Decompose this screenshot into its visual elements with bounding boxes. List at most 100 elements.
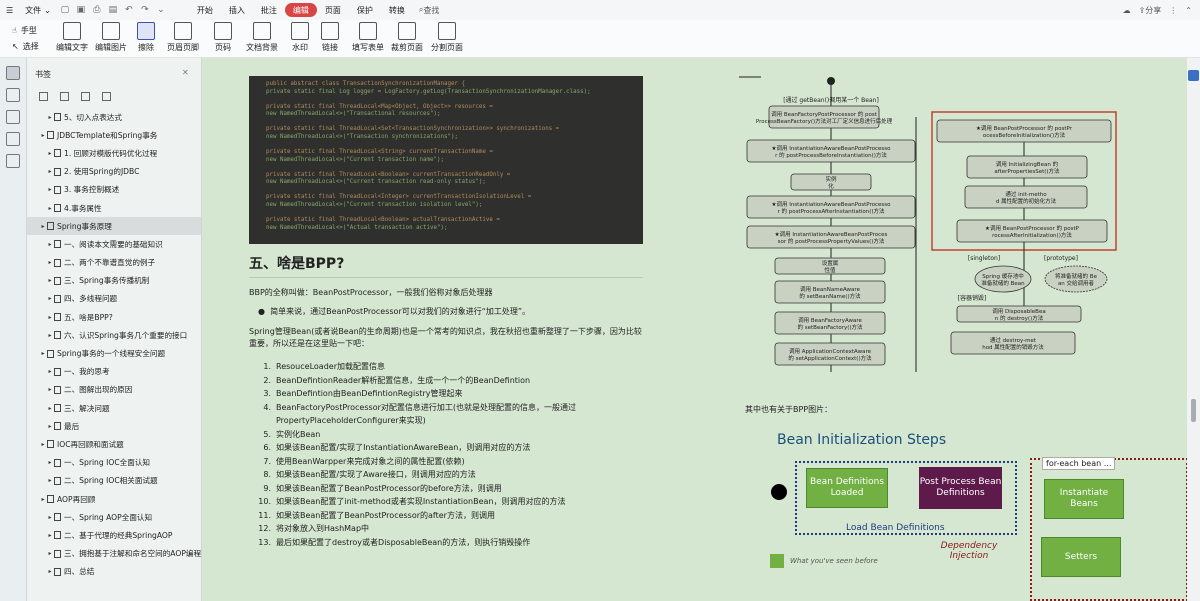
redo-icon[interactable]: ↷ <box>139 4 151 16</box>
search-button[interactable]: ⌕ 查找 <box>419 5 439 16</box>
document-background-button[interactable]: 文档背景 <box>246 22 278 53</box>
attachment-icon[interactable] <box>6 132 20 146</box>
tab-start[interactable]: 开始 <box>189 3 221 17</box>
page-icon <box>54 567 61 576</box>
chevron-up-icon[interactable]: ⌃ <box>1185 6 1192 15</box>
file-menu[interactable]: 文件 ⌄ <box>19 0 57 20</box>
bookmark-item[interactable]: ▸ 最后 <box>27 417 201 435</box>
page-number-button[interactable]: 页码 <box>214 22 232 53</box>
expand-icon[interactable]: ▸ <box>46 532 54 539</box>
add-bookmark-icon[interactable] <box>81 92 90 101</box>
bookmark-item[interactable]: ▸ 三、解决问题 <box>27 399 201 417</box>
bookmark-item[interactable]: ▸ AOP再回顾 <box>27 490 201 508</box>
signature-icon[interactable] <box>6 154 20 168</box>
bookmark-item[interactable]: ▸ 1. 回顾对模版代码优化过程 <box>27 144 201 162</box>
expand-icon[interactable]: ▸ <box>46 477 54 484</box>
bookmark-item[interactable]: ▸ 一、阅读本文需要的基础知识 <box>27 235 201 253</box>
bookmark-item[interactable]: ▸ 3. 事务控制概述 <box>27 181 201 199</box>
expand-icon[interactable]: ▸ <box>46 514 54 521</box>
bookmark-item[interactable]: ▸ 一、Spring AOP全面认知 <box>27 508 201 526</box>
scrollbar-thumb[interactable] <box>1191 399 1196 422</box>
bookmark-item[interactable]: ▸ 二、图解出现的原因 <box>27 381 201 399</box>
vertical-scrollbar[interactable] <box>1187 58 1200 601</box>
expand-icon[interactable]: ▸ <box>39 441 47 448</box>
select-tool[interactable]: ↖ 选择 <box>12 41 39 52</box>
bookmark-item[interactable]: ▸ 一、我的思考 <box>27 363 201 381</box>
expand-icon[interactable]: ▸ <box>46 205 54 212</box>
bookmark-item[interactable]: ▸ Spring事务原理 <box>27 217 201 236</box>
bookmark-item[interactable]: ▸ 四、多线程问题 <box>27 290 201 308</box>
expand-icon[interactable]: ▸ <box>46 186 54 193</box>
bookmark-item[interactable]: ▸ 4.事务属性 <box>27 199 201 217</box>
expand-icon[interactable]: ▸ <box>46 405 54 412</box>
expand-icon[interactable]: ▸ <box>46 277 54 284</box>
more-options-icon[interactable]: ⋮ <box>1169 6 1177 15</box>
open-icon[interactable]: ▢ <box>59 4 71 16</box>
expand-icon[interactable]: ▸ <box>39 223 47 230</box>
expand-icon[interactable]: ▸ <box>39 132 47 139</box>
expand-icon[interactable]: ▸ <box>46 550 54 557</box>
save-icon[interactable]: ▣ <box>75 4 87 16</box>
crop-page-button[interactable]: 裁剪页面 <box>391 22 423 53</box>
bookmark-item[interactable]: ▸ 2. 使用Spring的JDBC <box>27 163 201 181</box>
expand-icon[interactable]: ▸ <box>46 295 54 302</box>
page-nav-icon[interactable] <box>1188 70 1199 81</box>
hand-tool[interactable]: ☝ 手型 <box>12 25 37 36</box>
close-icon[interactable]: ✕ <box>182 68 189 77</box>
undo-icon[interactable]: ↶ <box>123 4 135 16</box>
tab-convert[interactable]: 转换 <box>381 3 413 17</box>
tab-edit[interactable]: 编辑 <box>284 3 317 17</box>
expand-icon[interactable]: ▸ <box>46 386 54 393</box>
expand-icon[interactable]: ▸ <box>46 259 54 266</box>
more-icon[interactable]: ⌄ <box>155 4 167 16</box>
header-footer-button[interactable]: 页眉页脚 <box>167 22 199 53</box>
bookmark-item[interactable]: ▸ 二、基于代理的经典SpringAOP <box>27 526 201 544</box>
edit-image-button[interactable]: 编辑图片 <box>95 22 127 53</box>
bookmark-item[interactable]: ▸ 三、Spring事务传播机制 <box>27 272 201 290</box>
tab-page[interactable]: 页面 <box>317 3 349 17</box>
expand-icon[interactable]: ▸ <box>46 314 54 321</box>
bookmark-item[interactable]: ▸ 六、认识Spring事务几个重要的接口 <box>27 326 201 344</box>
cloud-icon[interactable]: ☁ <box>1123 6 1131 15</box>
tab-insert[interactable]: 插入 <box>221 3 253 17</box>
tab-comment[interactable]: 批注 <box>253 3 285 17</box>
watermark-button[interactable]: 水印 <box>291 22 309 53</box>
erase-button[interactable]: 擦除 <box>137 22 155 53</box>
bookmark-item[interactable]: ▸ JDBCTemplate和Spring事务 <box>27 126 201 144</box>
expand-icon[interactable]: ▸ <box>46 241 54 248</box>
bookmark-item[interactable]: ▸ 5、切入点表达式 <box>27 108 201 126</box>
expand-icon[interactable]: ▸ <box>46 114 54 121</box>
expand-all-icon[interactable] <box>39 92 48 101</box>
bookmark-item[interactable]: ▸ Spring事务的一个线程安全问题 <box>27 344 201 362</box>
fill-form-button[interactable]: 填写表单 <box>352 22 384 53</box>
expand-icon[interactable]: ▸ <box>39 350 47 357</box>
menu-icon[interactable]: ☰ <box>0 0 19 20</box>
edit-text-button[interactable]: 编辑文字 <box>56 22 88 53</box>
expand-icon[interactable]: ▸ <box>46 568 54 575</box>
share-button[interactable]: ⇪分享 <box>1139 5 1162 16</box>
bookmark-item[interactable]: ▸ 五、啥是BPP? <box>27 308 201 326</box>
comment-icon[interactable] <box>6 110 20 124</box>
bookmark-item[interactable]: ▸ 一、Spring IOC全面认知 <box>27 454 201 472</box>
bookmark-item[interactable]: ▸ 二、Spring IOC相关面试题 <box>27 472 201 490</box>
collapse-all-icon[interactable] <box>60 92 69 101</box>
expand-icon[interactable]: ▸ <box>46 368 54 375</box>
bookmark-item[interactable]: ▸ 三、拥抱基于注解和命名空间的AOP编程 <box>27 545 201 563</box>
preview-icon[interactable]: ▤ <box>107 4 119 16</box>
split-page-button[interactable]: 分割页面 <box>431 22 463 53</box>
print-icon[interactable]: ⎙ <box>91 4 103 16</box>
expand-icon[interactable]: ▸ <box>39 496 47 503</box>
thumbnail-icon[interactable] <box>6 88 20 102</box>
expand-icon[interactable]: ▸ <box>46 150 54 157</box>
bookmark-icon[interactable] <box>6 66 20 80</box>
bookmark-item[interactable]: ▸ IOC再回顾和面试题 <box>27 435 201 453</box>
bookmark-item[interactable]: ▸ 二、两个不靠谱直觉的例子 <box>27 254 201 272</box>
delete-bookmark-icon[interactable] <box>102 92 111 101</box>
tab-protect[interactable]: 保护 <box>349 3 381 17</box>
expand-icon[interactable]: ▸ <box>46 168 54 175</box>
expand-icon[interactable]: ▸ <box>46 459 54 466</box>
expand-icon[interactable]: ▸ <box>46 332 54 339</box>
bookmark-item[interactable]: ▸ 四、总结 <box>27 563 201 581</box>
expand-icon[interactable]: ▸ <box>46 423 54 430</box>
link-button[interactable]: 链接 <box>321 22 339 53</box>
